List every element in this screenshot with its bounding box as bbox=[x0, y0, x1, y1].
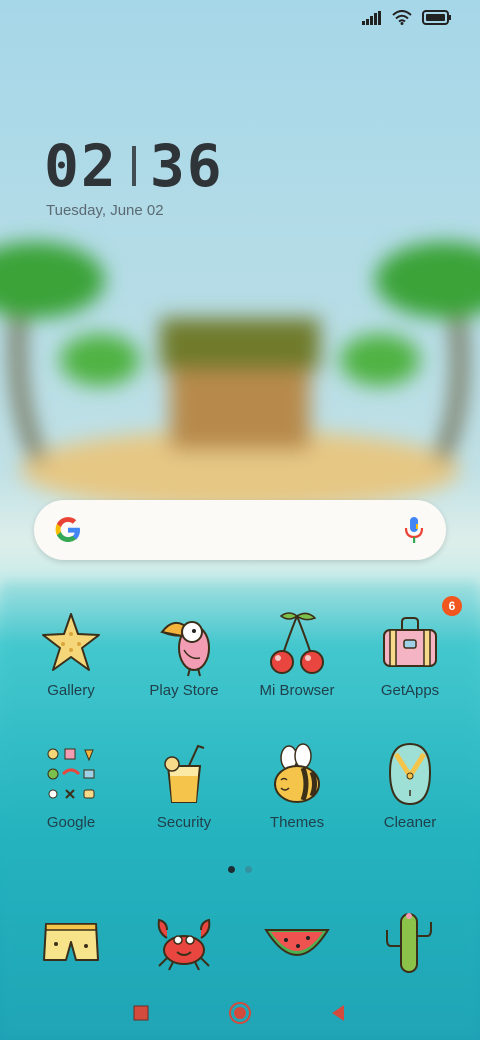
app-label: Google bbox=[46, 814, 96, 831]
app-label: Themes bbox=[269, 814, 325, 831]
starfish-icon bbox=[42, 613, 100, 671]
app-play-store[interactable]: Play Store bbox=[129, 610, 239, 720]
notification-badge: 6 bbox=[442, 596, 462, 616]
page-dot-active[interactable] bbox=[228, 866, 235, 873]
toucan-icon bbox=[160, 621, 210, 677]
date-label[interactable]: Tuesday, June 02 bbox=[46, 202, 164, 219]
shorts-icon[interactable] bbox=[36, 910, 106, 974]
clock-hours: 02 bbox=[44, 132, 118, 200]
watermelon-icon[interactable] bbox=[262, 910, 332, 974]
clock-minutes: 36 bbox=[149, 132, 224, 200]
app-themes[interactable]: Themes bbox=[242, 742, 352, 852]
app-label: Mi Browser bbox=[259, 682, 335, 699]
back-button[interactable] bbox=[326, 1000, 352, 1026]
lock-clock[interactable]: 02 36 bbox=[44, 132, 224, 200]
suitcase-icon bbox=[383, 617, 437, 667]
app-getapps[interactable]: 6 GetApps bbox=[355, 596, 465, 720]
app-cleaner[interactable]: Cleaner bbox=[355, 742, 465, 852]
search-input[interactable] bbox=[94, 516, 398, 546]
status-bar bbox=[362, 10, 452, 25]
cherries-icon bbox=[270, 612, 324, 674]
mic-icon[interactable] bbox=[404, 516, 424, 544]
app-label: Security bbox=[156, 814, 212, 831]
app-label: Gallery bbox=[47, 682, 95, 699]
bee-icon bbox=[274, 743, 320, 803]
google-search-bar[interactable] bbox=[34, 500, 446, 560]
cactus-icon[interactable] bbox=[375, 910, 445, 974]
app-security[interactable]: Security bbox=[129, 742, 239, 852]
app-gallery[interactable]: Gallery bbox=[16, 610, 126, 720]
home-button[interactable] bbox=[227, 1000, 253, 1026]
app-mi-browser[interactable]: Mi Browser bbox=[242, 610, 352, 720]
clock-separator bbox=[131, 146, 136, 186]
page-indicator[interactable] bbox=[228, 866, 252, 873]
juice-icon bbox=[164, 744, 205, 803]
app-label: Play Store bbox=[149, 682, 219, 699]
page-dot[interactable] bbox=[245, 866, 252, 873]
google-g-icon[interactable] bbox=[52, 514, 84, 546]
recents-button[interactable] bbox=[128, 1000, 154, 1026]
crab-icon[interactable] bbox=[149, 910, 219, 974]
signal-icon bbox=[362, 10, 381, 25]
wifi-icon bbox=[392, 10, 412, 25]
app-google-folder[interactable]: Google bbox=[16, 742, 126, 852]
app-label: Cleaner bbox=[383, 814, 437, 831]
flipflop-icon bbox=[388, 742, 432, 806]
battery-icon bbox=[422, 10, 451, 25]
app-label: GetApps bbox=[380, 682, 440, 699]
app-folder-icon bbox=[47, 748, 95, 799]
